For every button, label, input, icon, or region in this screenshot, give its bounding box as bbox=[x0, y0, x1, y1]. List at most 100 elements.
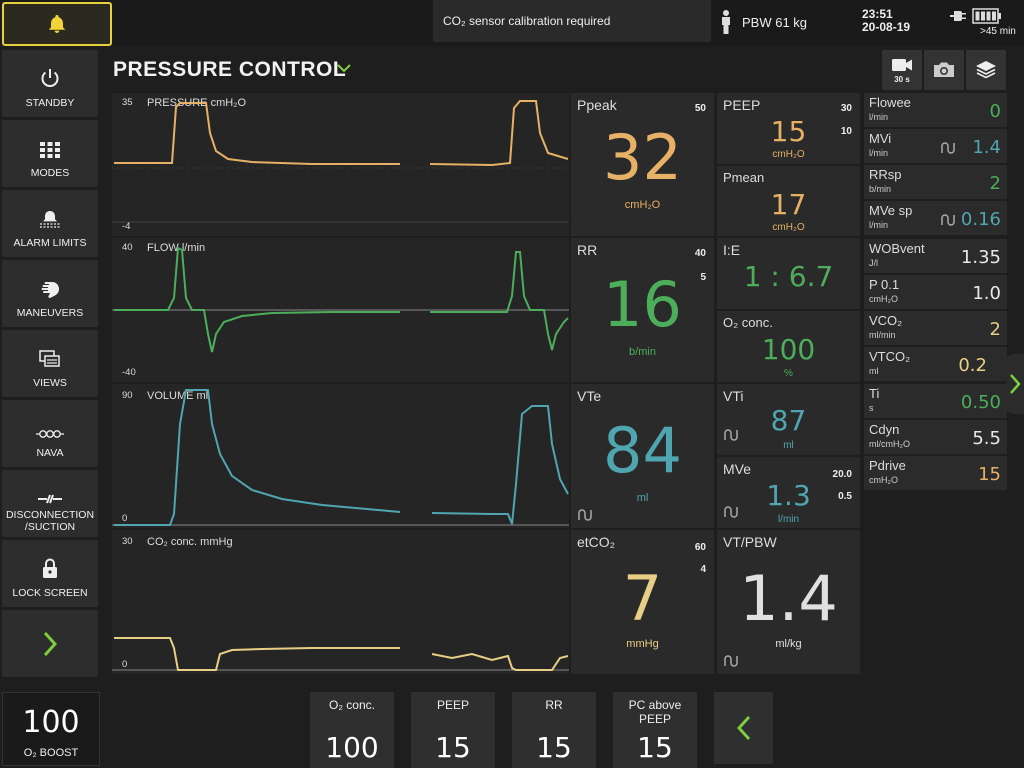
settings-back-button[interactable] bbox=[714, 692, 773, 764]
views-label: VIEWS bbox=[33, 377, 67, 389]
vco2-row[interactable]: VCO₂ ml/min 2 bbox=[864, 311, 1007, 345]
ti-row[interactable]: Ti s 0.50 bbox=[864, 384, 1007, 418]
peep-panel[interactable]: PEEP 30 10 15 cmH₂O bbox=[717, 93, 860, 164]
battery-icon bbox=[972, 8, 1001, 24]
o2-conc-setting-value: 100 bbox=[325, 731, 379, 764]
patient-info[interactable]: PBW 61 kg bbox=[720, 8, 807, 36]
ie-value: 1 : 6.7 bbox=[743, 260, 834, 293]
ppeak-name: Ppeak bbox=[577, 97, 617, 113]
vtco2-value: 0.2 bbox=[958, 355, 987, 376]
loop-icon bbox=[578, 509, 592, 521]
co2-waveform-panel[interactable]: 30 0 CO₂ conc. mmHg bbox=[112, 530, 569, 674]
battery-time: >45 min bbox=[980, 26, 1016, 37]
ppeak-unit: cmH₂O bbox=[624, 199, 661, 211]
vt-pbw-value: 1.4 bbox=[739, 562, 838, 635]
etco2-high-limit: 60 bbox=[694, 542, 706, 553]
cdyn-value: 5.5 bbox=[972, 428, 1001, 449]
pmean-value: 17 bbox=[770, 188, 807, 221]
disconnection-suction-button[interactable]: DISCONNECTION /SUCTION bbox=[2, 470, 98, 537]
pmean-panel[interactable]: Pmean 17 cmH₂O bbox=[717, 166, 860, 236]
vco2-name: VCO₂ bbox=[869, 313, 903, 328]
standby-label: STANDBY bbox=[25, 97, 75, 109]
mode-title[interactable]: PRESSURE CONTROL bbox=[113, 58, 346, 82]
ie-name: I:E bbox=[723, 242, 741, 258]
screenshot-button[interactable] bbox=[924, 50, 964, 90]
video-duration: 30 s bbox=[894, 74, 910, 84]
o2-boost-value: 100 bbox=[22, 705, 80, 740]
views-button[interactable]: VIEWS bbox=[2, 330, 98, 397]
p01-unit: cmH₂O bbox=[869, 294, 898, 304]
lock-icon bbox=[43, 558, 57, 578]
mve-panel[interactable]: MVe 20.0 0.5 1.3 l/min bbox=[717, 457, 860, 528]
power-status: >45 min bbox=[950, 8, 1024, 37]
pmean-name: Pmean bbox=[723, 170, 765, 185]
side-panel-expand-button[interactable] bbox=[1006, 354, 1024, 414]
mvi-unit: l/min bbox=[869, 148, 889, 158]
vtco2-row[interactable]: VTCO₂ ml 0.2 bbox=[864, 347, 1007, 381]
pressure-waveform-panel[interactable]: 35 -4 PRESSURE cmH₂O bbox=[112, 93, 569, 236]
mve-name: MVe bbox=[723, 461, 752, 477]
chevron-down-icon[interactable] bbox=[336, 63, 352, 73]
nava-label: NAVA bbox=[36, 447, 64, 459]
rrsp-row[interactable]: RRsp b/min 2 bbox=[864, 165, 1007, 199]
peep-setting-button[interactable]: PEEP 15 bbox=[411, 692, 495, 768]
disconnection-suction-label: DISCONNECTION /SUCTION bbox=[5, 509, 95, 533]
maneuvers-button[interactable]: MANEUVERS bbox=[2, 260, 98, 327]
alarm-message[interactable]: CO₂ sensor calibration required bbox=[433, 0, 711, 42]
rr-setting-value: 15 bbox=[536, 731, 572, 764]
ppeak-panel[interactable]: Ppeak 50 32 cmH₂O bbox=[571, 93, 714, 236]
person-icon bbox=[722, 10, 730, 34]
peep-setting-label: PEEP bbox=[436, 698, 469, 712]
cdyn-name: Cdyn bbox=[869, 422, 900, 437]
etco2-panel[interactable]: etCO₂ 60 4 7 mmHg bbox=[571, 530, 714, 674]
rr-setting-button[interactable]: RR 15 bbox=[512, 692, 596, 768]
modes-label: MODES bbox=[30, 167, 70, 179]
rr-setting-label: RR bbox=[545, 698, 563, 712]
standby-button[interactable]: STANDBY bbox=[2, 50, 98, 117]
p01-value: 1.0 bbox=[972, 283, 1001, 304]
o2-conc-setting-label: O₂ conc. bbox=[328, 698, 375, 712]
volume-waveform-panel[interactable]: 90 0 VOLUME ml bbox=[112, 384, 569, 528]
hand-icon bbox=[41, 282, 59, 298]
cdyn-row[interactable]: Cdyn ml/cmH₂O 5.5 bbox=[864, 420, 1007, 454]
layers-button[interactable] bbox=[966, 50, 1006, 90]
vtco2-name: VTCO₂ bbox=[869, 349, 911, 364]
alarm-limits-button[interactable]: ALARM LIMITS bbox=[2, 190, 98, 257]
flow-waveform-panel[interactable]: 40 -40 FLOW l/min bbox=[112, 238, 569, 382]
vte-panel[interactable]: VTe 84 ml bbox=[571, 384, 714, 528]
video-record-button[interactable]: 30 s bbox=[882, 50, 922, 90]
pc-above-peep-setting-button[interactable]: PC above PEEP 15 bbox=[613, 692, 697, 768]
pdrive-value: 15 bbox=[978, 464, 1001, 485]
plug-icon bbox=[950, 11, 966, 21]
vti-name: VTi bbox=[723, 388, 744, 404]
o2-conc-panel[interactable]: O₂ conc. 100 % bbox=[717, 311, 860, 382]
p01-row[interactable]: P 0.1 cmH₂O 1.0 bbox=[864, 275, 1007, 309]
vt-pbw-unit: ml/kg bbox=[775, 638, 802, 650]
o2-conc-setting-button[interactable]: O₂ conc. 100 bbox=[310, 692, 394, 768]
nava-button[interactable]: NAVA bbox=[2, 400, 98, 467]
loop-icon bbox=[724, 655, 738, 667]
modes-button[interactable]: MODES bbox=[2, 120, 98, 187]
vti-panel[interactable]: VTi 87 ml bbox=[717, 384, 860, 455]
ti-unit: s bbox=[869, 403, 874, 413]
ie-panel[interactable]: I:E 1 : 6.7 bbox=[717, 238, 860, 309]
flowee-row[interactable]: Flowee l/min 0 bbox=[864, 93, 1007, 127]
mve-sp-row[interactable]: MVe sp l/min 0.16 bbox=[864, 201, 1007, 235]
chevron-right-icon bbox=[1010, 374, 1021, 394]
mvi-value: 1.4 bbox=[972, 137, 1001, 158]
lock-screen-button[interactable]: LOCK SCREEN bbox=[2, 540, 98, 607]
rr-name: RR bbox=[577, 242, 598, 258]
rr-panel[interactable]: RR 40 5 16 b/min bbox=[571, 238, 714, 382]
pressure-waveform bbox=[112, 100, 569, 223]
mvi-row[interactable]: MVi l/min 1.4 bbox=[864, 129, 1007, 163]
nava-icon bbox=[36, 430, 64, 438]
o2-boost-button[interactable]: 100 O₂ BOOST bbox=[2, 692, 100, 766]
pc-above-peep-setting-label: PC above PEEP bbox=[628, 698, 682, 726]
layers-icon bbox=[976, 61, 996, 79]
o2-boost-label: O₂ BOOST bbox=[23, 747, 79, 759]
pdrive-row[interactable]: Pdrive cmH₂O 15 bbox=[864, 456, 1007, 490]
vt-pbw-panel[interactable]: VT/PBW 1.4 ml/kg bbox=[717, 530, 860, 674]
wobvent-row[interactable]: WOBvent J/l 1.35 bbox=[864, 239, 1007, 273]
menu-more-button[interactable] bbox=[2, 610, 98, 677]
alarm-bell-button[interactable] bbox=[2, 2, 112, 46]
